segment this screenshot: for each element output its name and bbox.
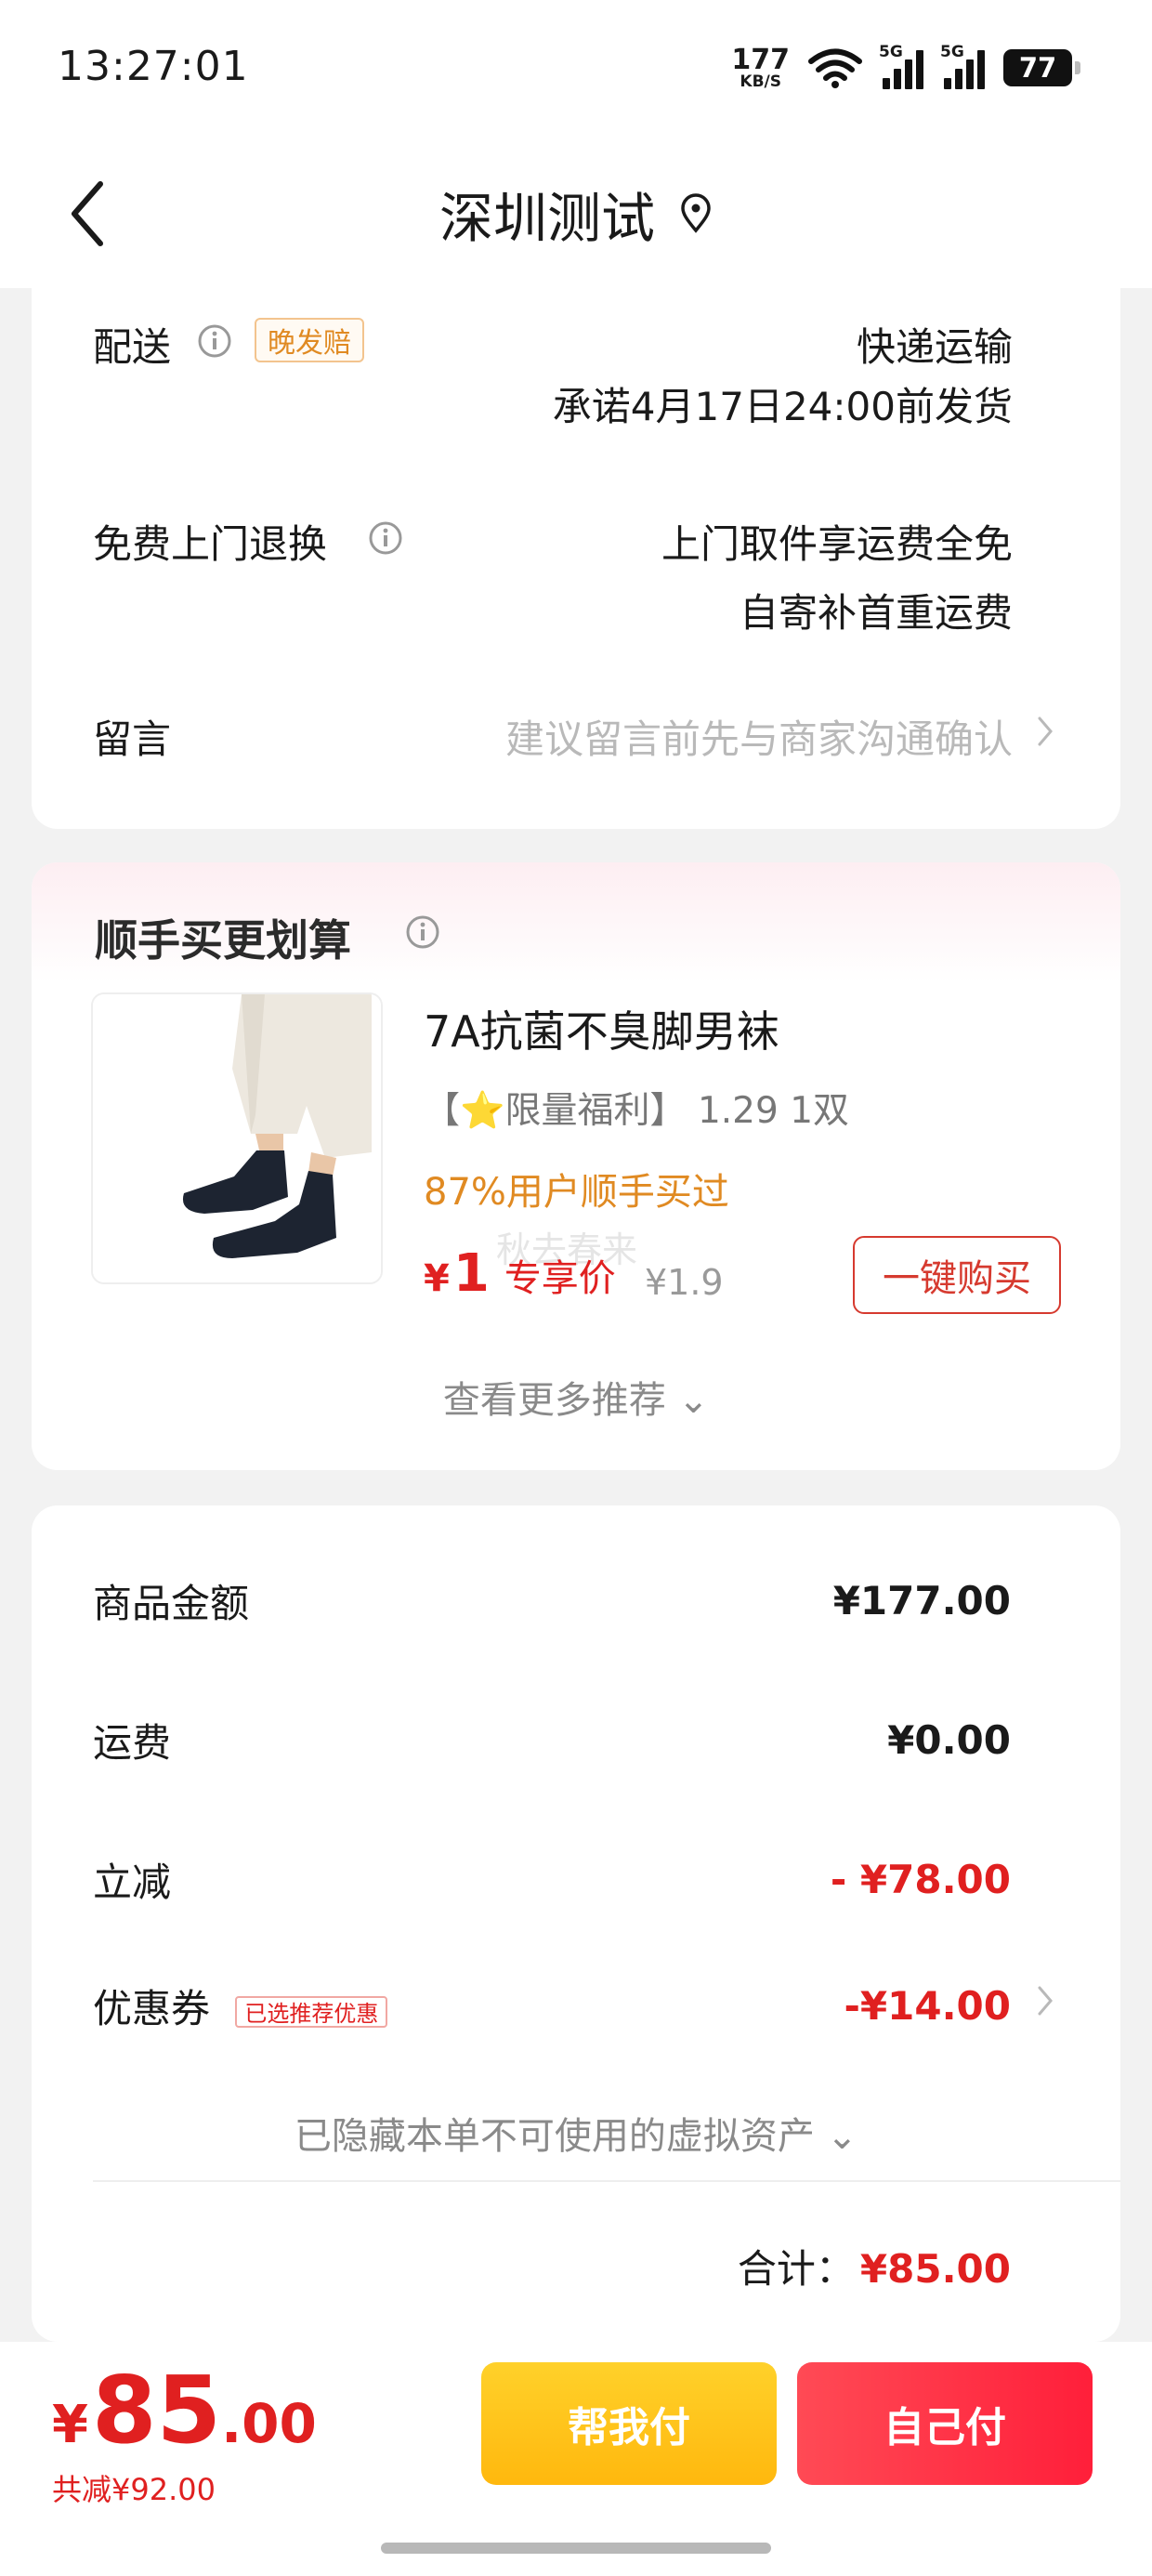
original-price: ¥1.9: [645, 1262, 724, 1303]
coupon-label: 优惠券: [93, 1986, 211, 2031]
freight-row: 运费 ¥0.00: [93, 1712, 1011, 1768]
coupon-label-group: 优惠券 已选推荐优惠: [93, 1978, 388, 2034]
product-name[interactable]: 7A抗菌不臭脚男袜: [424, 998, 779, 1059]
more-recommendations-link[interactable]: 查看更多推荐 ⌄: [32, 1370, 1120, 1424]
freight-value: ¥0.00: [887, 1717, 1011, 1763]
network-speed-unit: KB/S: [740, 72, 781, 91]
shipping-label: 配送: [93, 324, 172, 370]
status-bar: 13:27:01 177 KB/S 5G 5G 77: [0, 0, 1152, 139]
delivery-card: 配送 晚发赔 快递运输 承诺4月17日24:00前发货 免费上门退换 上门取件享…: [32, 279, 1120, 829]
return-label: 免费上门退换: [93, 521, 328, 567]
status-time: 13:27:01: [58, 43, 249, 90]
goods-amount-value: ¥177.00: [832, 1578, 1011, 1623]
nav-bar: 深圳测试: [0, 139, 1152, 288]
product-image[interactable]: [91, 992, 383, 1284]
total-saved: 共减¥92.00: [52, 2472, 216, 2507]
discount-label: 立减: [93, 1860, 172, 1905]
signal-icon: 5G: [879, 43, 923, 89]
info-icon[interactable]: [368, 520, 403, 556]
social-proof: 87%用户顺手买过: [424, 1171, 729, 1214]
self-pay-button[interactable]: 自己付: [797, 2362, 1093, 2485]
chevron-right-icon[interactable]: [1035, 1983, 1055, 2018]
one-click-buy-button[interactable]: 一键购买: [853, 1236, 1061, 1314]
discount-row: 立减 - ¥78.00: [93, 1851, 1011, 1908]
freight-label: 运费: [93, 1720, 172, 1766]
signal-icon: 5G: [940, 43, 985, 89]
recommend-title: 顺手买更划算: [95, 915, 351, 966]
pay-amount-integer: 85: [91, 2356, 222, 2464]
signal-tag: 5G: [879, 43, 903, 61]
chevron-right-icon[interactable]: [1035, 714, 1055, 749]
help-me-pay-button[interactable]: 帮我付: [481, 2362, 777, 2485]
total-label: 合计：: [737, 2246, 855, 2292]
recommend-card: 顺手买更划算 7A抗菌不臭脚男袜 【⭐限量福利】 1.29 1双 87%用户顺手…: [32, 862, 1120, 1470]
bottom-pay-bar: ¥ 85 .00 共减¥92.00 帮我付 自己付: [0, 2342, 1152, 2576]
discount-value: - ¥78.00: [830, 1857, 1011, 1902]
socks-image: [93, 994, 381, 1282]
info-icon[interactable]: [405, 914, 440, 950]
total-row: 合计： ¥85.00: [738, 2238, 1011, 2294]
wifi-icon: [808, 48, 862, 88]
pay-currency: ¥: [52, 2395, 88, 2455]
coupon-value: -¥14.00: [844, 1983, 1011, 2029]
product-price: ¥ 1 专享价: [424, 1243, 616, 1304]
network-speed-value: 177: [731, 43, 790, 76]
note-input[interactable]: 建议留言前先与商家沟通确认: [505, 708, 1013, 765]
home-indicator[interactable]: [381, 2543, 771, 2554]
late-compensation-badge: 晚发赔: [255, 318, 364, 362]
coupon-row[interactable]: 优惠券 已选推荐优惠 -¥14.00: [93, 1978, 1011, 2034]
note-label: 留言: [93, 716, 172, 762]
goods-amount-label: 商品金额: [93, 1581, 250, 1626]
page-title: 深圳测试: [439, 187, 655, 250]
price-symbol: ¥: [424, 1257, 450, 1300]
goods-amount-row: 商品金额 ¥177.00: [93, 1572, 1011, 1629]
pay-amount: ¥ 85 .00: [52, 2364, 317, 2457]
hidden-assets-toggle[interactable]: 已隐藏本单不可使用的虚拟资产 ⌄: [32, 2106, 1120, 2160]
pay-amount-decimal: .00: [221, 2392, 317, 2455]
nav-title-group: 深圳测试: [0, 175, 1152, 253]
product-promo: 【⭐限量福利】 1.29 1双: [424, 1090, 850, 1132]
battery-icon: 77: [1003, 49, 1080, 86]
total-value: ¥85.00: [859, 2246, 1011, 2292]
price-value: 1: [452, 1243, 490, 1304]
network-speed: 177 KB/S: [731, 46, 790, 90]
status-icons: 177 KB/S 5G 5G 77: [731, 43, 1080, 93]
location-pin-icon[interactable]: [679, 193, 713, 234]
return-line-2: 自寄补首重运费: [739, 590, 1013, 636]
divider: [93, 2180, 1120, 2182]
shipping-promise: 承诺4月17日24:00前发货: [552, 384, 1013, 429]
info-icon[interactable]: [197, 323, 232, 359]
coupon-badge: 已选推荐优惠: [235, 1995, 388, 2028]
price-detail-card: 商品金额 ¥177.00 运费 ¥0.00 立减 - ¥78.00 优惠券 已选…: [32, 1505, 1120, 2342]
shipping-method: 快递运输: [856, 324, 1013, 370]
return-line-1: 上门取件享运费全免: [661, 521, 1013, 567]
price-label: 专享价: [504, 1257, 616, 1300]
signal-tag: 5G: [940, 43, 964, 61]
